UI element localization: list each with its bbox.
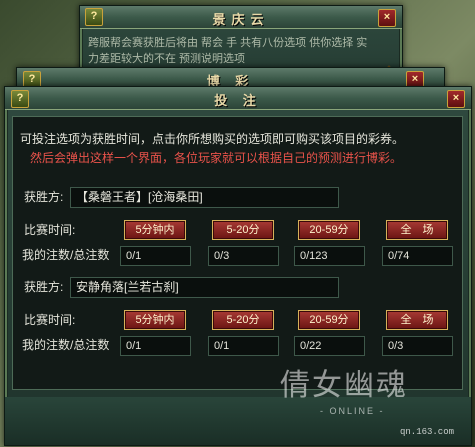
intro-line: 可投注选项为获胜时间，点击你所想购买的选项即可购买该项目的彩券。 — [20, 132, 405, 146]
back-titlebar: 景庆云 — [80, 6, 402, 29]
game-logo-watermark: 倩女幽魂 — [280, 368, 408, 403]
help-icon[interactable]: ? — [11, 90, 29, 108]
time-option-button[interactable]: 5-20分 — [212, 310, 274, 330]
bet-count: 0/3 — [382, 336, 453, 356]
main-window-title: 投 注 — [214, 93, 262, 108]
time-label: 比赛时间: — [24, 313, 76, 327]
intro-line-red: 然后会弹出这样一个界面，各位玩家就可以根据自己的预测进行博彩。 — [30, 151, 403, 165]
watermark-subtitle: - ONLINE - — [320, 406, 385, 416]
count-label: 我的注数/总注数 — [22, 338, 110, 352]
help-icon[interactable]: ? — [85, 8, 103, 26]
bet-count: 0/123 — [294, 246, 365, 266]
watermark-url: qn.163.com — [400, 427, 455, 437]
time-option-button[interactable]: 全 场 — [386, 310, 448, 330]
bet-count: 0/3 — [208, 246, 279, 266]
time-option-button[interactable]: 5分钟内 — [124, 310, 186, 330]
time-option-button[interactable]: 20-59分 — [298, 310, 360, 330]
bet-count: 0/1 — [120, 246, 191, 266]
bet-count: 0/22 — [294, 336, 365, 356]
count-label: 我的注数/总注数 — [22, 248, 110, 262]
window-footer — [5, 397, 471, 445]
intro-text: 可投注选项为获胜时间，点击你所想购买的选项即可购买该项目的彩券。 然后会弹出这样… — [20, 130, 460, 168]
winner-label: 获胜方: — [24, 280, 64, 294]
time-option-button[interactable]: 5-20分 — [212, 220, 274, 240]
back-window-text: 跨服帮会赛获胜后将由 帮会 手 共有八份选项 供你选择 实力差距较大的不在 预测… — [88, 37, 368, 65]
time-option-button[interactable]: 5分钟内 — [124, 220, 186, 240]
time-option-button[interactable]: 全 场 — [386, 220, 448, 240]
close-icon[interactable]: × — [378, 9, 396, 27]
bet-count: 0/74 — [382, 246, 453, 266]
time-label: 比赛时间: — [24, 223, 76, 237]
close-icon[interactable]: × — [447, 90, 465, 108]
winner-team-name: 【桑磐王者】[沧海桑田] — [70, 187, 339, 208]
main-titlebar: 投 注 — [5, 87, 471, 110]
time-option-button[interactable]: 20-59分 — [298, 220, 360, 240]
bet-count: 0/1 — [208, 336, 279, 356]
bet-count: 0/1 — [120, 336, 191, 356]
winner-team-name: 安静角落[兰若古刹] — [70, 277, 339, 298]
back-window-title: 景庆云 — [212, 12, 270, 27]
winner-label: 获胜方: — [24, 190, 64, 204]
